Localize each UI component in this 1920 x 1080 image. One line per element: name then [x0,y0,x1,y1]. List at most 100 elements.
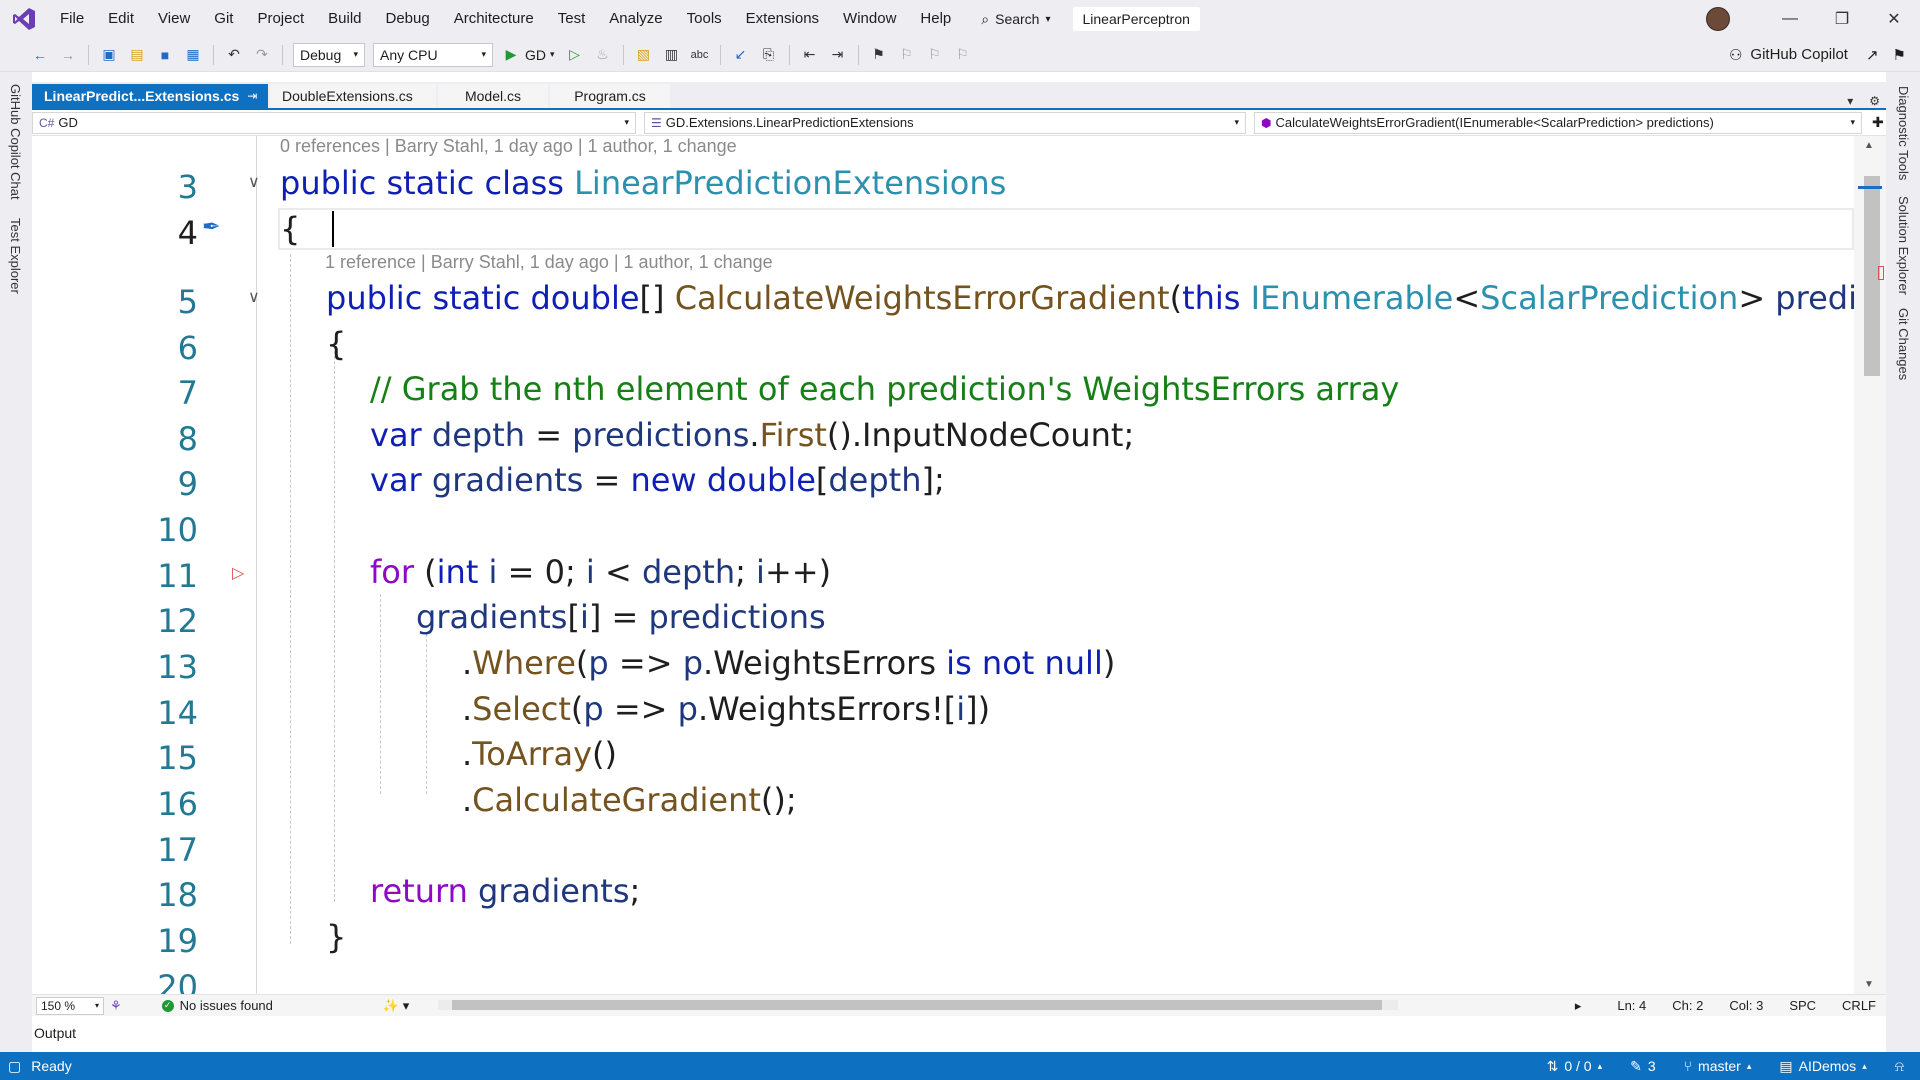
menu-edit[interactable]: Edit [96,0,146,38]
codelens-method[interactable]: 1 reference | Barry Stahl, 1 day ago | 1… [325,252,773,273]
start-without-debugging-icon[interactable]: ▷ [563,43,587,67]
new-project-icon[interactable]: ▣ [97,43,121,67]
browse-icon[interactable]: ▧ [632,43,656,67]
menu-view[interactable]: View [146,0,202,38]
share-icon[interactable]: ↗ [1866,46,1879,64]
breakpoint-hint-icon[interactable]: ▷ [232,563,244,583]
vertical-scrollbar[interactable]: ▲ ▼ [1854,136,1886,994]
restore-button[interactable]: ❐ [1816,0,1868,38]
search-box[interactable]: ⌕ Search ▾ [981,11,1050,28]
notifications-bell-icon[interactable]: ⍾ [1895,1058,1904,1075]
configuration-select[interactable]: Debug ▾ [293,42,365,67]
start-debugging-icon[interactable]: ▶ [499,43,523,67]
quick-actions-brush-icon[interactable]: ✒ [202,214,220,240]
tab-output[interactable]: Output [32,1018,76,1048]
git-sync-indicator[interactable]: ⇅ 0 / 0 ▴ [1547,1058,1603,1075]
scroll-right-icon[interactable]: ▸ [1575,998,1582,1014]
menu-debug[interactable]: Debug [374,0,442,38]
code-text: .Select(p => p.WeightsErrors![i]) [462,690,991,728]
code-comment: // Grab the nth element of each predicti… [370,370,1400,408]
chevron-down-icon[interactable]: ▾ [550,49,555,60]
repository-indicator[interactable]: ▤ AIDemos ▴ [1779,1058,1866,1075]
pin-icon[interactable]: ⇥ [247,89,257,103]
menu-test[interactable]: Test [546,0,598,38]
save-all-icon[interactable]: ▦ [181,43,205,67]
tab-solution-explorer[interactable]: Solution Explorer [1896,196,1911,295]
indent-icon[interactable]: ⇥ [826,43,850,67]
type-dropdown[interactable]: ☰ GD.Extensions.LinearPredictionExtension… [644,111,1246,134]
menu-build[interactable]: Build [316,0,373,38]
zoom-select[interactable]: 150 % ▾ [36,996,104,1015]
clear-bookmarks-icon[interactable]: ⚐ [951,43,975,67]
menu-help[interactable]: Help [908,0,963,38]
tab-doubleextensions[interactable]: DoubleExtensions.cs [270,84,436,108]
code-line-8: 8 var depth = predictions.First().InputN… [32,414,1854,458]
tab-diagnostic-tools[interactable]: Diagnostic Tools [1896,86,1911,180]
step-into-icon[interactable]: ↙ [729,43,753,67]
codelens-class[interactable]: 0 references | Barry Stahl, 1 day ago | … [280,136,737,157]
tab-list-dropdown-icon[interactable]: ▾ [1847,94,1853,108]
visual-studio-logo-icon[interactable] [0,0,48,38]
bookmark-icon[interactable]: ⚑ [867,43,891,67]
column-indicator[interactable]: Col: 3 [1729,998,1763,1014]
tab-github-copilot-chat[interactable]: GitHub Copilot Chat [8,84,23,200]
menu-git[interactable]: Git [202,0,245,38]
pending-edits-indicator[interactable]: ✎ 3 [1630,1058,1656,1075]
tab-model[interactable]: Model.cs [438,84,548,108]
menu-architecture[interactable]: Architecture [442,0,546,38]
notifications-panel-icon[interactable]: ▢ [8,1058,21,1075]
branch-indicator[interactable]: ⑂ master ▴ [1684,1058,1752,1074]
collapse-chevron-icon[interactable]: ∨ [248,172,260,192]
undo-icon[interactable]: ↶ [222,43,246,67]
hot-reload-icon[interactable]: ♨ [591,43,615,67]
menu-analyze[interactable]: Analyze [597,0,674,38]
code-editor[interactable]: 0 references | Barry Stahl, 1 day ago | … [32,136,1854,994]
user-avatar[interactable] [1706,7,1730,31]
scroll-up-icon[interactable]: ▲ [1864,140,1874,151]
platform-select[interactable]: Any CPU ▾ [373,42,493,67]
save-icon[interactable]: ■ [153,43,177,67]
split-window-icon[interactable]: ✚ [1872,114,1884,131]
menu-tools[interactable]: Tools [675,0,734,38]
next-bookmark-icon[interactable]: ⚐ [923,43,947,67]
line-indicator[interactable]: Ln: 4 [1617,998,1646,1014]
navigate-forward-icon[interactable]: → [56,43,80,67]
whitespace-indicator[interactable]: SPC [1789,998,1816,1014]
step-over-icon[interactable]: ⎘ [757,43,781,67]
line-number: 11 [157,557,198,595]
scroll-down-icon[interactable]: ▼ [1864,979,1874,990]
layout-icon[interactable]: ▥ [660,43,684,67]
collapse-chevron-icon[interactable]: ∨ [248,287,260,307]
tab-test-explorer[interactable]: Test Explorer [8,218,23,294]
outdent-icon[interactable]: ⇤ [798,43,822,67]
redo-icon[interactable]: ↷ [250,43,274,67]
tab-git-changes[interactable]: Git Changes [1896,308,1911,380]
start-target-label[interactable]: GD [525,47,546,63]
settings-gear-icon[interactable]: ⚙ [1869,94,1880,108]
char-indicator[interactable]: Ch: 2 [1672,998,1703,1014]
line-ending-indicator[interactable]: CRLF [1842,998,1876,1014]
open-folder-icon[interactable]: ▤ [125,43,149,67]
horizontal-scrollbar[interactable] [438,1000,1398,1010]
feedback-icon[interactable]: ⚑ [1893,46,1906,64]
member-dropdown[interactable]: ⬢ CalculateWeightsErrorGradient(IEnumerab… [1254,111,1862,134]
spell-check-icon[interactable]: abc [688,43,712,67]
issues-indicator[interactable]: ✓ No issues found [161,998,273,1013]
previous-bookmark-icon[interactable]: ⚐ [895,43,919,67]
menu-window[interactable]: Window [831,0,908,38]
horizontal-scroll-thumb[interactable] [452,1000,1382,1010]
tab-linearpredictionextensions[interactable]: LinearPredict...Extensions.cs ⇥ [32,84,268,108]
code-line-6: 6 { [32,323,1854,367]
menu-extensions[interactable]: Extensions [734,0,831,38]
code-cleanup-icon[interactable]: ✨ ▾ [383,998,409,1014]
github-copilot-button[interactable]: ⚇ GitHub Copilot ↗ ⚑ [1729,46,1920,64]
intellicode-icon[interactable]: ⚘ [110,998,122,1014]
project-dropdown[interactable]: C# GD ▾ [32,111,636,134]
menu-project[interactable]: Project [245,0,316,38]
menu-file[interactable]: File [48,0,96,38]
tab-program[interactable]: Program.cs [550,84,670,108]
navigate-back-icon[interactable]: ← [28,43,52,67]
minimize-button[interactable]: — [1764,0,1816,38]
code-line-17: 17 [32,825,1854,869]
close-button[interactable]: ✕ [1868,0,1920,38]
